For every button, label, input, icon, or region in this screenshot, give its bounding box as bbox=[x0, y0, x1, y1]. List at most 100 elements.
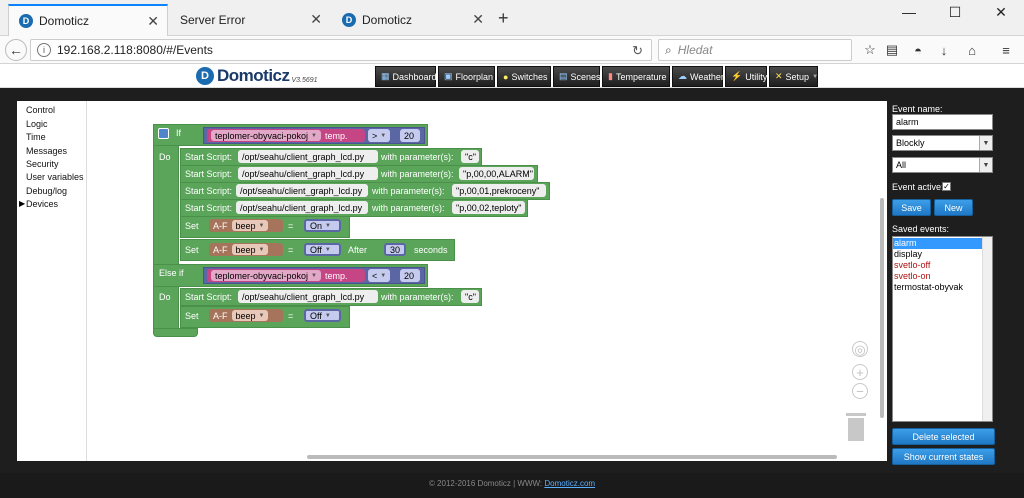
list-scrollbar[interactable] bbox=[982, 237, 992, 421]
menu-floorplan[interactable]: ▣ Floorplan bbox=[438, 66, 495, 87]
reload-icon[interactable]: ↻ bbox=[632, 43, 643, 59]
saved-event-item[interactable]: svetlo-off bbox=[893, 260, 983, 271]
state-dropdown[interactable]: Off ▼ bbox=[304, 309, 341, 322]
script-path-field[interactable]: /opt/seahu/client_graph_lcd.py bbox=[236, 201, 368, 214]
menu-weather[interactable]: ☁ Weather bbox=[672, 66, 724, 87]
vertical-scrollbar[interactable] bbox=[880, 198, 884, 418]
script-path-field[interactable]: /opt/seahu/client_graph_lcd.py bbox=[238, 150, 378, 163]
url-bar[interactable]: i 192.168.2.118:8080/#/Events ↻ bbox=[30, 39, 652, 61]
param-field[interactable]: "c" bbox=[461, 150, 479, 163]
saved-event-item[interactable]: svetlo-on bbox=[893, 271, 983, 282]
domoticz-logo[interactable]: D Domoticz V3.5691 bbox=[196, 66, 318, 86]
operator-dropdown[interactable]: < ▼ bbox=[368, 269, 390, 282]
zoom-out-icon[interactable]: − bbox=[852, 383, 868, 399]
category-devices[interactable]: Devices bbox=[26, 199, 58, 209]
state-dropdown[interactable]: Off ▼ bbox=[304, 243, 341, 256]
event-trigger-select[interactable]: All ▼ bbox=[892, 157, 993, 173]
expand-arrow-icon[interactable]: ▶ bbox=[19, 199, 25, 208]
saved-event-item[interactable]: alarm bbox=[893, 238, 983, 249]
menu-temperature[interactable]: ▮ Temperature bbox=[602, 66, 670, 87]
save-button[interactable]: Save bbox=[892, 199, 931, 216]
minimize-button[interactable]: — bbox=[886, 0, 932, 24]
recenter-icon[interactable]: ◎ bbox=[852, 341, 868, 357]
gear-icon[interactable] bbox=[158, 128, 169, 139]
bookmark-star-icon[interactable]: ☆ bbox=[860, 41, 880, 59]
event-name-input[interactable]: alarm bbox=[892, 114, 993, 130]
script-path-field[interactable]: /opt/seahu/client_graph_lcd.py bbox=[238, 167, 378, 180]
trash-icon[interactable] bbox=[846, 413, 866, 441]
with-params-label: with parameter(s): bbox=[381, 152, 454, 162]
device-field[interactable]: teplomer-obyvaci-pokoj ▼ temp. bbox=[207, 269, 365, 282]
category-user-variables[interactable]: User variables bbox=[26, 172, 84, 182]
url-text: 192.168.2.118:8080/#/Events bbox=[57, 43, 213, 57]
zoom-in-icon[interactable]: + bbox=[852, 364, 868, 380]
event-name-value: alarm bbox=[896, 117, 919, 127]
operator: > bbox=[372, 130, 378, 141]
seconds-field[interactable]: 30 bbox=[384, 243, 406, 256]
script-path: /opt/seahu/client_graph_lcd.py bbox=[242, 291, 365, 302]
horizontal-scrollbar[interactable] bbox=[307, 455, 837, 459]
tab-domoticz-active[interactable]: D Domoticz ✕ bbox=[8, 4, 168, 36]
category-control[interactable]: Control bbox=[26, 105, 55, 115]
window-close-button[interactable]: ✕ bbox=[978, 0, 1024, 24]
info-icon[interactable]: i bbox=[37, 43, 51, 57]
category-security[interactable]: Security bbox=[26, 159, 59, 169]
category-debug-log[interactable]: Debug/log bbox=[26, 186, 67, 196]
operator-dropdown[interactable]: > ▼ bbox=[368, 129, 390, 142]
menu-setup[interactable]: ✕ Setup ▼ bbox=[769, 66, 818, 87]
event-type-select[interactable]: Blockly ▼ bbox=[892, 135, 993, 151]
back-arrow-icon[interactable]: ← bbox=[5, 39, 27, 61]
category-messages[interactable]: Messages bbox=[26, 146, 67, 156]
device-field[interactable]: teplomer-obyvaci-pokoj ▼ temp. bbox=[207, 129, 365, 142]
download-icon[interactable]: ↓ bbox=[934, 41, 954, 59]
param-field[interactable]: "p,00,02,teploty" bbox=[452, 201, 525, 214]
param-field[interactable]: "p,00,01,prekroceny" bbox=[452, 184, 546, 197]
state-dropdown[interactable]: On ▼ bbox=[304, 219, 341, 232]
elseif-label: Else if bbox=[159, 268, 184, 278]
menu-switches[interactable]: ● Switches bbox=[497, 66, 551, 87]
menu-scenes[interactable]: ▤ Scenes bbox=[553, 66, 601, 87]
search-input[interactable]: ⌕ Hledat bbox=[658, 39, 852, 61]
tab-domoticz[interactable]: D Domoticz ✕ bbox=[332, 4, 492, 36]
script-path-field[interactable]: /opt/seahu/client_graph_lcd.py bbox=[236, 184, 368, 197]
footer-link[interactable]: Domoticz.com bbox=[544, 479, 595, 488]
device-field[interactable]: A-F beep ▼ bbox=[209, 243, 283, 256]
new-tab-button[interactable]: + bbox=[498, 9, 509, 27]
tab-server-error[interactable]: Server Error ✕ bbox=[170, 4, 330, 36]
new-button[interactable]: New bbox=[934, 199, 973, 216]
equals-label: = bbox=[288, 221, 294, 231]
app-header: D Domoticz V3.5691 ▦ Dashboard ▣ Floorplan… bbox=[0, 64, 1024, 88]
value-field[interactable]: 20 bbox=[400, 269, 420, 282]
close-icon[interactable]: ✕ bbox=[147, 13, 159, 30]
device-dropdown[interactable]: teplomer-obyvaci-pokoj ▼ bbox=[211, 270, 321, 281]
device-field[interactable]: A-F beep ▼ bbox=[209, 219, 283, 232]
device-dropdown[interactable]: teplomer-obyvaci-pokoj ▼ bbox=[211, 130, 321, 141]
reading-list-icon[interactable]: ▤ bbox=[882, 41, 902, 59]
show-current-states-button[interactable]: Show current states bbox=[892, 448, 995, 465]
menu-utility[interactable]: ⚡ Utility bbox=[725, 66, 767, 87]
value-field[interactable]: 20 bbox=[400, 129, 420, 142]
menu-dashboard[interactable]: ▦ Dashboard bbox=[375, 66, 437, 87]
saved-events-list[interactable]: alarm display svetlo-off svetlo-on termo… bbox=[892, 236, 993, 422]
event-active-checkbox[interactable]: ✓ bbox=[942, 182, 951, 191]
saved-event-item[interactable]: termostat-obyvak bbox=[893, 282, 983, 293]
delete-selected-button[interactable]: Delete selected bbox=[892, 428, 995, 445]
close-icon[interactable]: ✕ bbox=[310, 11, 322, 28]
device-dropdown[interactable]: beep ▼ bbox=[231, 244, 269, 255]
pocket-icon[interactable]: ◓ bbox=[908, 41, 928, 59]
device-field[interactable]: A-F beep ▼ bbox=[209, 309, 283, 322]
hamburger-menu-icon[interactable]: ≡ bbox=[996, 41, 1016, 59]
device-dropdown[interactable]: beep ▼ bbox=[231, 310, 269, 321]
dashboard-icon: ▦ bbox=[381, 71, 390, 81]
script-path-field[interactable]: /opt/seahu/client_graph_lcd.py bbox=[238, 290, 378, 303]
maximize-button[interactable]: ☐ bbox=[932, 0, 978, 24]
close-icon[interactable]: ✕ bbox=[472, 11, 484, 28]
param-field[interactable]: "p,00,00,ALARM" bbox=[459, 167, 534, 180]
category-time[interactable]: Time bbox=[26, 132, 46, 142]
start-script-label: Start Script: bbox=[185, 186, 233, 196]
saved-event-item[interactable]: display bbox=[893, 249, 983, 260]
category-logic[interactable]: Logic bbox=[26, 119, 48, 129]
device-dropdown[interactable]: beep ▼ bbox=[231, 220, 269, 231]
param-field[interactable]: "c" bbox=[461, 290, 479, 303]
home-icon[interactable]: ⌂ bbox=[962, 41, 982, 59]
